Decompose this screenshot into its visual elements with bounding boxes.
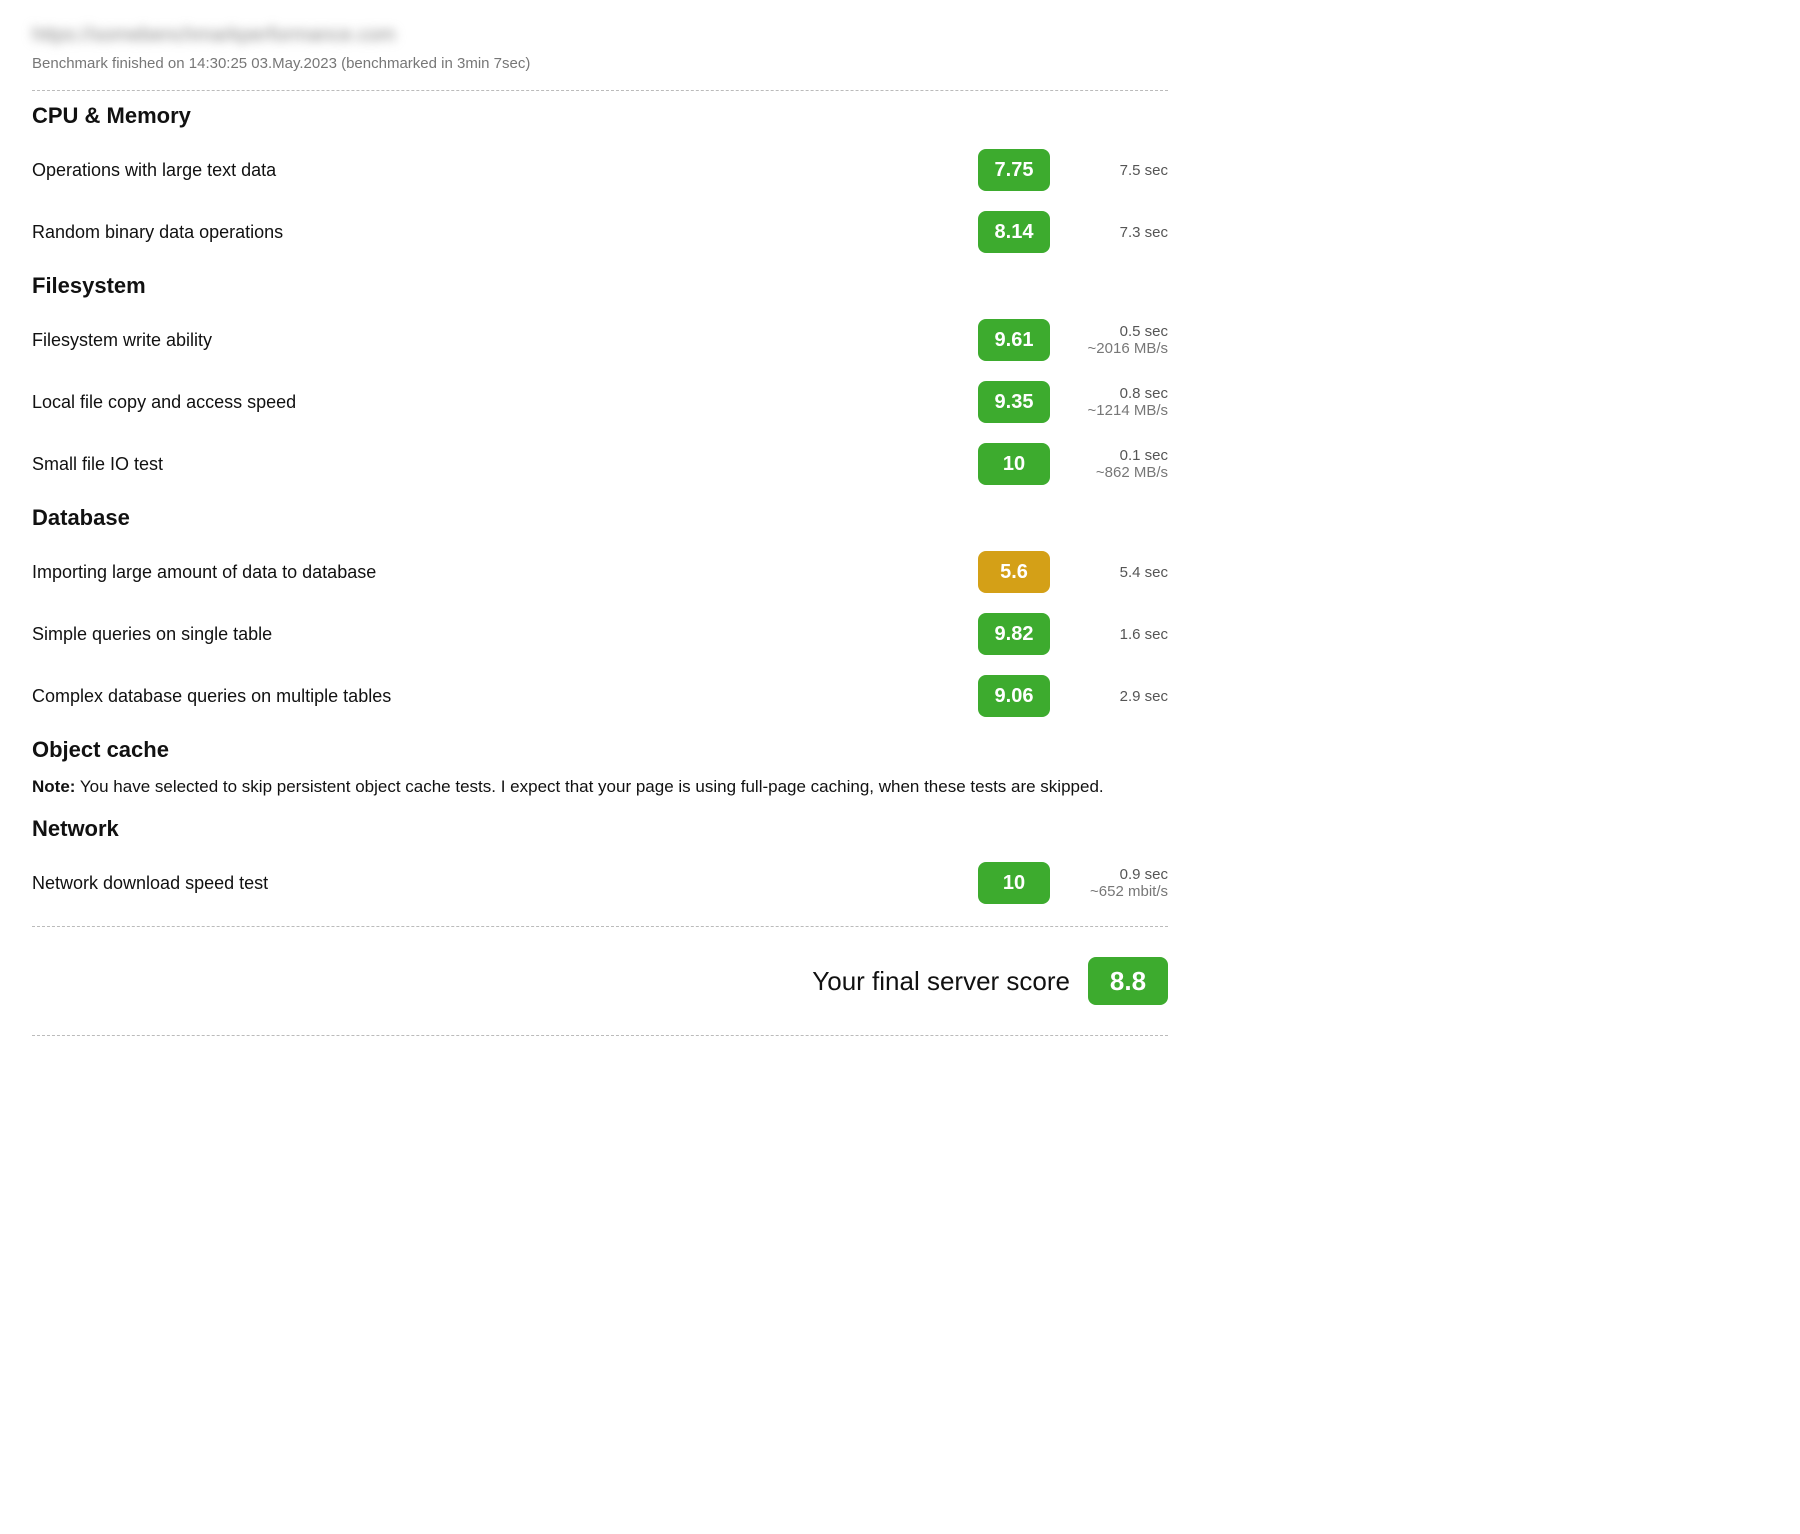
score-badge: 5.6 [978, 551, 1050, 593]
time-line: 0.9 sec [1068, 866, 1168, 883]
time-line: 0.1 sec [1068, 447, 1168, 464]
section-title-network: Network [32, 816, 1168, 842]
time-line: 7.5 sec [1068, 162, 1168, 179]
benchmark-row-label: Importing large amount of data to databa… [32, 562, 948, 583]
benchmark-row-right: 5.6 5.4 sec [948, 551, 1168, 593]
benchmark-row-label: Complex database queries on multiple tab… [32, 686, 948, 707]
benchmark-row-label: Small file IO test [32, 454, 948, 475]
benchmark-row: Network download speed test 10 0.9 sec~652… [32, 852, 1168, 914]
speed-line: ~652 mbit/s [1068, 883, 1168, 900]
score-badge: 9.35 [978, 381, 1050, 423]
score-badge: 8.14 [978, 211, 1050, 253]
benchmark-row-right: 10 0.1 sec~862 MB/s [948, 443, 1168, 485]
top-divider [32, 90, 1168, 91]
benchmark-row-label: Simple queries on single table [32, 624, 948, 645]
score-badge: 9.06 [978, 675, 1050, 717]
benchmark-row: Complex database queries on multiple tab… [32, 665, 1168, 727]
section-note-object-cache: Note: You have selected to skip persiste… [32, 773, 1168, 800]
time-info: 0.8 sec~1214 MB/s [1068, 385, 1168, 419]
time-info: 1.6 sec [1068, 626, 1168, 643]
score-badge: 10 [978, 862, 1050, 904]
benchmark-row-right: 10 0.9 sec~652 mbit/s [948, 862, 1168, 904]
time-info: 2.9 sec [1068, 688, 1168, 705]
time-info: 0.9 sec~652 mbit/s [1068, 866, 1168, 900]
section-title-object-cache: Object cache [32, 737, 1168, 763]
benchmark-row-right: 9.35 0.8 sec~1214 MB/s [948, 381, 1168, 423]
benchmark-row-right: 9.61 0.5 sec~2016 MB/s [948, 319, 1168, 361]
time-info: 5.4 sec [1068, 564, 1168, 581]
time-line: 0.5 sec [1068, 323, 1168, 340]
benchmark-row: Filesystem write ability 9.61 0.5 sec~2016… [32, 309, 1168, 371]
benchmark-row-right: 8.14 7.3 sec [948, 211, 1168, 253]
url-display: https://somebenchmarkperformance.com [32, 24, 1168, 47]
benchmark-subtitle: Benchmark finished on 14:30:25 03.May.20… [32, 55, 1168, 72]
benchmark-row-label: Random binary data operations [32, 222, 948, 243]
final-score-row: Your final server score 8.8 [32, 939, 1168, 1023]
benchmark-row: Local file copy and access speed 9.35 0.8 … [32, 371, 1168, 433]
final-score-label: Your final server score [812, 966, 1070, 997]
score-badge: 10 [978, 443, 1050, 485]
time-info: 7.3 sec [1068, 224, 1168, 241]
benchmark-row-label: Local file copy and access speed [32, 392, 948, 413]
score-badge: 7.75 [978, 149, 1050, 191]
benchmark-row-right: 7.75 7.5 sec [948, 149, 1168, 191]
section-title-database: Database [32, 505, 1168, 531]
score-badge: 9.82 [978, 613, 1050, 655]
speed-line: ~2016 MB/s [1068, 340, 1168, 357]
time-info: 7.5 sec [1068, 162, 1168, 179]
final-score-badge: 8.8 [1088, 957, 1168, 1005]
time-line: 2.9 sec [1068, 688, 1168, 705]
time-info: 0.1 sec~862 MB/s [1068, 447, 1168, 481]
section-title-filesystem: Filesystem [32, 273, 1168, 299]
speed-line: ~1214 MB/s [1068, 402, 1168, 419]
benchmark-row: Simple queries on single table 9.82 1.6 se… [32, 603, 1168, 665]
time-line: 1.6 sec [1068, 626, 1168, 643]
benchmark-row: Importing large amount of data to databa… [32, 541, 1168, 603]
time-line: 5.4 sec [1068, 564, 1168, 581]
benchmark-row-label: Operations with large text data [32, 160, 948, 181]
benchmark-row: Operations with large text data 7.75 7.5 s… [32, 139, 1168, 201]
benchmark-row-label: Filesystem write ability [32, 330, 948, 351]
bottom-divider-1 [32, 926, 1168, 927]
bottom-divider-2 [32, 1035, 1168, 1036]
score-badge: 9.61 [978, 319, 1050, 361]
speed-line: ~862 MB/s [1068, 464, 1168, 481]
time-info: 0.5 sec~2016 MB/s [1068, 323, 1168, 357]
benchmark-row-label: Network download speed test [32, 873, 948, 894]
time-line: 7.3 sec [1068, 224, 1168, 241]
benchmark-row: Random binary data operations 8.14 7.3 sec [32, 201, 1168, 263]
time-line: 0.8 sec [1068, 385, 1168, 402]
benchmark-row-right: 9.82 1.6 sec [948, 613, 1168, 655]
benchmark-row-right: 9.06 2.9 sec [948, 675, 1168, 717]
benchmark-row: Small file IO test 10 0.1 sec~862 MB/s [32, 433, 1168, 495]
section-title-cpu-memory: CPU & Memory [32, 103, 1168, 129]
